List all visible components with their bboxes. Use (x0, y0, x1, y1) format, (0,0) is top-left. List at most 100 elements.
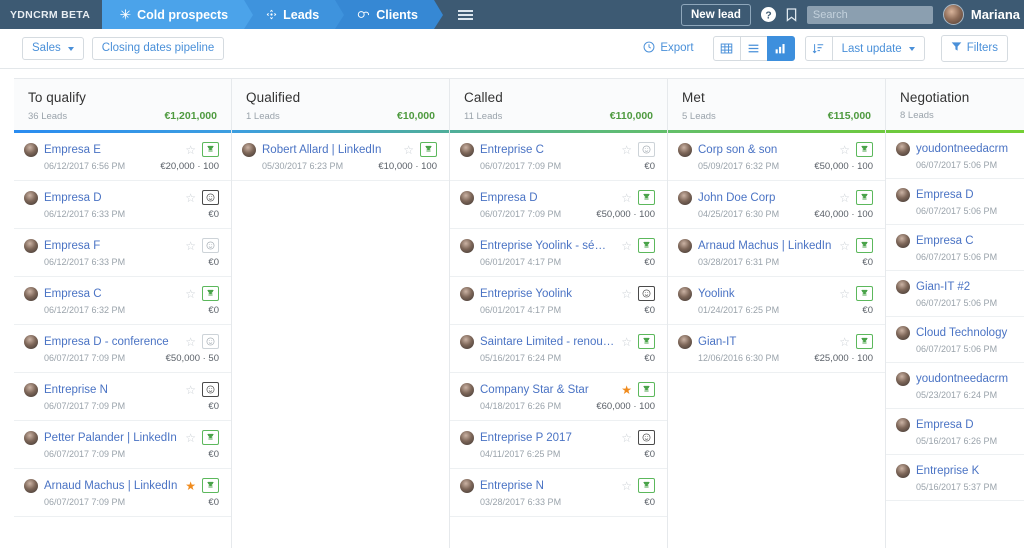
trophy-icon[interactable] (856, 238, 873, 253)
help-circle-icon[interactable]: ? (761, 7, 776, 22)
lead-name[interactable]: Empresa D (480, 192, 615, 204)
lead-name[interactable]: Gian-IT (698, 336, 833, 348)
lead-card[interactable]: Yoolink☆01/24/2017 6:25 PM€0 (668, 277, 885, 325)
lead-card[interactable]: Entreprise N☆03/28/2017 6:33 PM€0 (450, 469, 667, 517)
user-menu[interactable]: Mariana (943, 4, 1024, 25)
lead-card[interactable]: Empresa D☆06/12/2017 6:33 PM€0 (14, 181, 231, 229)
lead-name[interactable]: Yoolink (698, 288, 833, 300)
lead-card[interactable]: John Doe Corp☆04/25/2017 6:30 PM€40,000 … (668, 181, 885, 229)
filters-button[interactable]: Filters (941, 35, 1008, 62)
star-icon[interactable]: ☆ (185, 432, 196, 444)
trophy-icon[interactable] (202, 478, 219, 493)
star-icon[interactable]: ★ (621, 384, 632, 396)
trophy-icon[interactable] (856, 286, 873, 301)
star-icon[interactable]: ☆ (621, 480, 632, 492)
star-icon[interactable]: ★ (185, 480, 196, 492)
lead-name[interactable]: Empresa D - conference (44, 336, 179, 348)
lead-name[interactable]: Entreprise N (44, 384, 179, 396)
lead-card[interactable]: Empresa C☆06/12/2017 6:32 PM€0 (14, 277, 231, 325)
lead-name[interactable]: Company Star & Star (480, 384, 615, 396)
star-icon[interactable]: ☆ (839, 336, 850, 348)
export-button[interactable]: Export (641, 36, 702, 62)
lead-card[interactable]: youdontneedacrm☆05/23/2017 6:24 PM (886, 363, 1024, 409)
star-icon[interactable]: ☆ (839, 288, 850, 300)
lead-card[interactable]: Entreprise K☆05/16/2017 5:37 PM (886, 455, 1024, 501)
lead-card[interactable]: Petter Palander | LinkedIn☆06/07/2017 7:… (14, 421, 231, 469)
lead-card[interactable]: Empresa E☆06/12/2017 6:56 PM€20,000 · 10… (14, 133, 231, 181)
lead-card[interactable]: Entreprise Yoolink☆06/01/2017 4:17 PM€0 (450, 277, 667, 325)
lead-card[interactable]: Gian-IT☆12/06/2016 6:30 PM€25,000 · 100 (668, 325, 885, 373)
lead-name[interactable]: Corp son & son (698, 144, 833, 156)
star-icon[interactable]: ☆ (621, 144, 632, 156)
lead-name[interactable]: Entreprise Yoolink (480, 288, 615, 300)
pipeline-select-button[interactable]: Sales (22, 37, 84, 61)
smiley-icon[interactable] (202, 334, 219, 349)
new-lead-button[interactable]: New lead (681, 4, 751, 26)
lead-card[interactable]: Gian-IT #2☆06/07/2017 5:06 PM (886, 271, 1024, 317)
trophy-icon[interactable] (638, 478, 655, 493)
lead-name[interactable]: Petter Palander | LinkedIn (44, 432, 179, 444)
lead-card[interactable]: Corp son & son☆05/09/2017 6:32 PM€50,000… (668, 133, 885, 181)
star-icon[interactable]: ☆ (621, 336, 632, 348)
lead-name[interactable]: Empresa C (916, 235, 1024, 247)
lead-name[interactable]: Arnaud Machus | LinkedIn (698, 240, 833, 252)
lead-card[interactable]: Entreprise P 2017☆04/11/2017 6:25 PM€0 (450, 421, 667, 469)
nav-tab-leads[interactable]: Leads (244, 0, 335, 29)
star-icon[interactable]: ☆ (185, 240, 196, 252)
smiley-icon[interactable] (638, 430, 655, 445)
lead-card[interactable]: Saintare Limited - renouve...☆05/16/2017… (450, 325, 667, 373)
lead-card[interactable]: Empresa D - conference☆06/07/2017 7:09 P… (14, 325, 231, 373)
smiley-icon[interactable] (202, 382, 219, 397)
lead-name[interactable]: Entreprise Yoolink - sémin... (480, 240, 615, 252)
smiley-icon[interactable] (638, 142, 655, 157)
lead-name[interactable]: Entreprise P 2017 (480, 432, 615, 444)
trophy-icon[interactable] (856, 334, 873, 349)
hamburger-icon[interactable] (444, 0, 488, 29)
star-icon[interactable]: ☆ (839, 240, 850, 252)
trophy-icon[interactable] (420, 142, 437, 157)
lead-card[interactable]: Company Star & Star★04/18/2017 6:26 PM€6… (450, 373, 667, 421)
pipeline-name-button[interactable]: Closing dates pipeline (92, 37, 225, 61)
search-input[interactable] (807, 6, 933, 24)
lead-name[interactable]: Empresa D (916, 419, 1024, 431)
lead-name[interactable]: Arnaud Machus | LinkedIn (44, 480, 179, 492)
grid-view-icon[interactable] (713, 36, 741, 61)
star-icon[interactable]: ☆ (621, 240, 632, 252)
list-view-icon[interactable] (740, 36, 768, 61)
smiley-icon[interactable] (202, 190, 219, 205)
smiley-icon[interactable] (202, 238, 219, 253)
trophy-icon[interactable] (638, 382, 655, 397)
lead-name[interactable]: Entreprise N (480, 480, 615, 492)
sort-field-button[interactable]: Last update (832, 36, 925, 61)
trophy-icon[interactable] (638, 238, 655, 253)
lead-name[interactable]: Robert Allard | LinkedIn (262, 144, 397, 156)
lead-card[interactable]: Empresa D☆05/16/2017 6:26 PM (886, 409, 1024, 455)
lead-name[interactable]: Empresa F (44, 240, 179, 252)
lead-name[interactable]: Entreprise C (480, 144, 615, 156)
lead-card[interactable]: Empresa D☆06/07/2017 5:06 PM (886, 179, 1024, 225)
star-icon[interactable]: ☆ (185, 288, 196, 300)
star-icon[interactable]: ☆ (621, 192, 632, 204)
lead-card[interactable]: Arnaud Machus | LinkedIn☆03/28/2017 6:31… (668, 229, 885, 277)
star-icon[interactable]: ☆ (839, 144, 850, 156)
lead-name[interactable]: Gian-IT #2 (916, 281, 1024, 293)
star-icon[interactable]: ☆ (185, 336, 196, 348)
star-icon[interactable]: ☆ (185, 384, 196, 396)
lead-card[interactable]: Empresa D☆06/07/2017 7:09 PM€50,000 · 10… (450, 181, 667, 229)
lead-name[interactable]: Entreprise K (916, 465, 1024, 477)
star-icon[interactable]: ☆ (403, 144, 414, 156)
trophy-icon[interactable] (856, 142, 873, 157)
lead-name[interactable]: youdontneedacrm (916, 373, 1024, 385)
lead-card[interactable]: Empresa C☆06/07/2017 5:06 PM (886, 225, 1024, 271)
lead-card[interactable]: youdontneedacrm☆06/07/2017 5:06 PM (886, 133, 1024, 179)
trophy-icon[interactable] (202, 142, 219, 157)
lead-card[interactable]: Cloud Technology☆06/07/2017 5:06 PM (886, 317, 1024, 363)
trophy-icon[interactable] (638, 334, 655, 349)
bookmark-icon[interactable] (786, 8, 797, 22)
lead-name[interactable]: John Doe Corp (698, 192, 833, 204)
star-icon[interactable]: ☆ (185, 144, 196, 156)
trophy-icon[interactable] (202, 286, 219, 301)
smiley-icon[interactable] (638, 286, 655, 301)
lead-name[interactable]: Saintare Limited - renouve... (480, 336, 615, 348)
lead-name[interactable]: Cloud Technology (916, 327, 1024, 339)
